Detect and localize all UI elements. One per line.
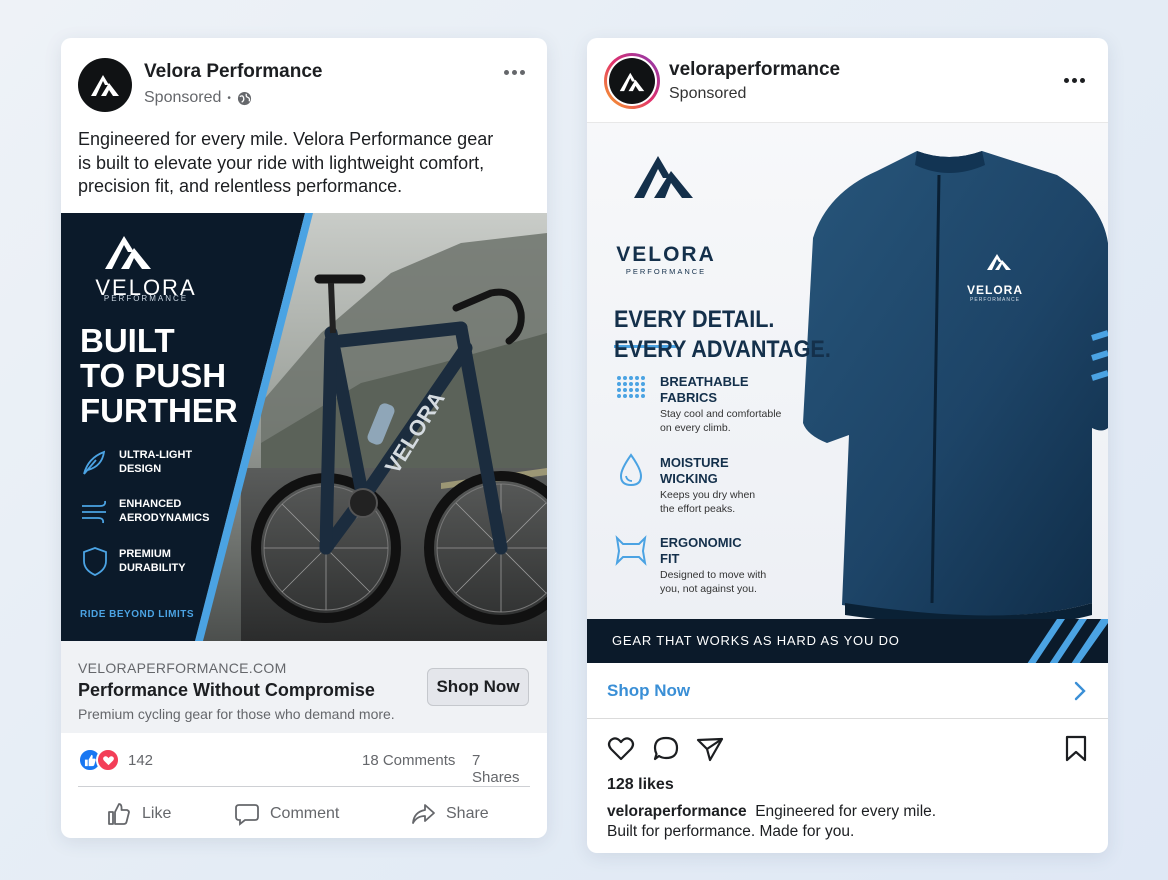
breathable-fabric-icon bbox=[617, 376, 645, 398]
feature-desc: Designed to move with you, not against y… bbox=[660, 569, 766, 596]
feature-title-line: ERGONOMIC bbox=[660, 535, 742, 550]
shield-icon bbox=[83, 547, 107, 576]
jersey-brand-sub: PERFORMANCE bbox=[970, 297, 1020, 303]
post-actions: Like Comment Share bbox=[78, 786, 530, 838]
feather-icon bbox=[83, 450, 106, 475]
feature-title-line: FABRICS bbox=[660, 389, 718, 405]
headline-line: BUILT bbox=[80, 322, 175, 359]
creative-headline: BUILT TO PUSH FURTHER bbox=[80, 323, 238, 428]
feature-desc-line: on every climb. bbox=[660, 421, 731, 434]
caption-text: Engineered for every mile. bbox=[755, 803, 937, 820]
reaction-count: 142 bbox=[128, 751, 154, 769]
shop-now-bar[interactable]: Shop Now bbox=[587, 663, 1108, 719]
post-text: Engineered for every mile. Velora Perfor… bbox=[78, 129, 494, 196]
feature-title: MOISTURE WICKING bbox=[660, 455, 729, 486]
caption: veloraperformance Engineered for every m… bbox=[607, 802, 1077, 842]
bookmark-icon[interactable] bbox=[1063, 735, 1089, 763]
feature-title-line: MOISTURE bbox=[660, 455, 729, 470]
wind-icon bbox=[82, 500, 107, 524]
feature-line: PREMIUM bbox=[119, 548, 171, 560]
shop-now-button[interactable]: Shop Now bbox=[427, 668, 529, 706]
feature-desc-line: Keeps you dry when bbox=[660, 489, 756, 501]
feature-desc-line: you, not against you. bbox=[660, 582, 757, 595]
feature-line: ULTRA-LIGHT bbox=[119, 449, 193, 461]
creative-tagline: RIDE BEYOND LIMITS bbox=[80, 609, 195, 620]
engagement-stats: 142 18 Comments 7 Shares bbox=[78, 748, 530, 786]
creative-headline: EVERY DETAIL. EVERY ADVANTAGE. bbox=[614, 305, 831, 365]
feature-desc-line: the effort peaks. bbox=[660, 502, 736, 515]
comment-button[interactable]: Comment bbox=[234, 801, 339, 827]
feature-line: AERODYNAMICS bbox=[119, 511, 210, 524]
globe-icon bbox=[237, 91, 251, 105]
comment-icon bbox=[235, 804, 259, 826]
headline-line: FURTHER bbox=[80, 392, 238, 429]
more-options-icon[interactable] bbox=[1064, 78, 1085, 83]
creative-banner: GEAR THAT WORKS AS HARD AS YOU DO bbox=[612, 633, 900, 648]
caption-text: Built for performance. Made for you. bbox=[607, 823, 855, 840]
ad-creative-image[interactable]: VELORA PERFORMANCE EVERY DETAIL. EVERY A… bbox=[587, 122, 1108, 663]
shop-now-link[interactable]: Shop Now bbox=[607, 681, 690, 701]
thumbs-up-icon bbox=[108, 803, 130, 825]
feature-desc-line: Stay cool and comfortable bbox=[660, 408, 782, 420]
velora-logo-icon bbox=[91, 75, 119, 96]
caption-username[interactable]: veloraperformance bbox=[607, 803, 747, 820]
love-reaction-icon bbox=[96, 748, 120, 772]
link-url: VELORAPERFORMANCE.COM bbox=[78, 660, 287, 676]
feature-title-line: FIT bbox=[660, 550, 680, 566]
feature-line: DESIGN bbox=[119, 462, 162, 475]
ergonomic-fit-icon bbox=[615, 535, 647, 566]
jersey-brand: VELORA bbox=[966, 283, 1023, 297]
headline-line: EVERY ADVANTAGE. bbox=[614, 336, 831, 363]
creative-brand-sub: PERFORMANCE bbox=[625, 267, 707, 276]
avatar[interactable] bbox=[78, 58, 132, 112]
headline-line: EVERY DETAIL. bbox=[614, 306, 775, 333]
link-headline: Performance Without Compromise bbox=[78, 680, 375, 700]
ad-creative-image[interactable]: VELORA VELORA PERFORMANCE BUILT TO PUSH … bbox=[61, 213, 547, 641]
feature-title-line: WICKING bbox=[660, 470, 718, 486]
feature-desc-line: Designed to move with bbox=[660, 569, 767, 581]
share-label: Share bbox=[446, 805, 489, 822]
feature-text: ULTRA-LIGHT DESIGN bbox=[119, 449, 192, 476]
velora-logo-icon bbox=[619, 72, 645, 91]
shares-count[interactable]: 7 Shares bbox=[472, 752, 530, 786]
post-header: Velora Performance Sponsored • bbox=[61, 38, 547, 118]
sponsored-label: Sponsored • bbox=[144, 89, 252, 107]
sponsored-text: Sponsored bbox=[144, 89, 222, 106]
share-button[interactable]: Share bbox=[410, 801, 489, 827]
facebook-ad-card: Velora Performance Sponsored • Engineere… bbox=[61, 38, 547, 838]
likes-count[interactable]: 128 likes bbox=[607, 776, 674, 794]
feature-text: ENHANCED AERODYNAMICS bbox=[119, 498, 209, 525]
sponsored-label: Sponsored bbox=[669, 85, 747, 102]
heart-icon[interactable] bbox=[607, 735, 635, 763]
like-button[interactable]: Like bbox=[106, 801, 171, 827]
feature-line: DURABILITY bbox=[119, 561, 186, 574]
page-name[interactable]: Velora Performance bbox=[144, 61, 322, 83]
feature-desc: Keeps you dry when the effort peaks. bbox=[660, 489, 755, 516]
feature-text: PREMIUM DURABILITY bbox=[119, 548, 186, 575]
feature-line: ENHANCED bbox=[119, 498, 182, 510]
like-label: Like bbox=[142, 805, 172, 822]
link-description: Premium cycling gear for those who deman… bbox=[78, 706, 395, 722]
reactions[interactable]: 142 bbox=[78, 748, 153, 772]
comments-count[interactable]: 18 Comments bbox=[362, 752, 455, 769]
more-options-icon[interactable] bbox=[504, 70, 525, 75]
comment-icon[interactable] bbox=[652, 735, 680, 763]
headline-line: TO PUSH bbox=[80, 357, 227, 394]
feature-title: BREATHABLE FABRICS bbox=[660, 374, 749, 405]
share-icon bbox=[412, 804, 435, 824]
username[interactable]: veloraperformance bbox=[669, 59, 840, 81]
feature-title: ERGONOMIC FIT bbox=[660, 535, 742, 566]
comment-label: Comment bbox=[270, 805, 340, 822]
feature-title-line: BREATHABLE bbox=[660, 374, 749, 389]
creative-brand-sub: PERFORMANCE bbox=[103, 294, 189, 303]
send-icon[interactable] bbox=[696, 735, 724, 763]
creative-brand: VELORA bbox=[616, 243, 716, 266]
story-ring[interactable] bbox=[604, 53, 660, 109]
post-actions bbox=[607, 735, 1088, 765]
link-preview[interactable]: VELORAPERFORMANCE.COM Performance Withou… bbox=[61, 641, 547, 733]
instagram-ad-card: veloraperformance Sponsored VELORA PERFO… bbox=[587, 38, 1108, 853]
feature-desc: Stay cool and comfortable on every climb… bbox=[660, 408, 781, 435]
chevron-right-icon[interactable] bbox=[1073, 680, 1087, 702]
avatar bbox=[609, 58, 655, 104]
